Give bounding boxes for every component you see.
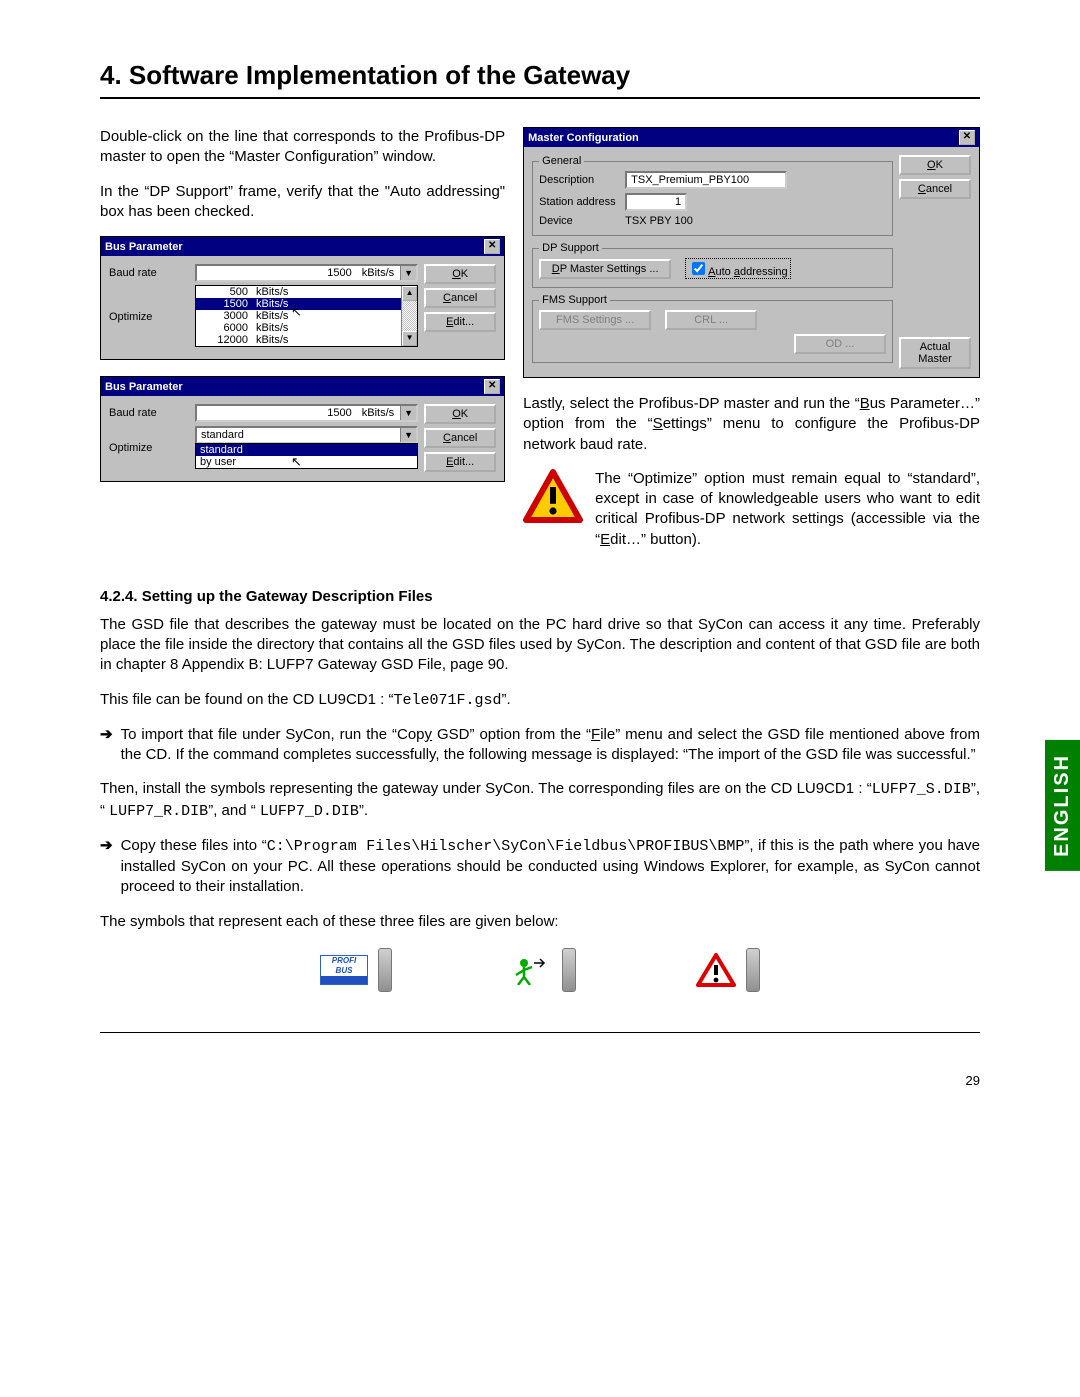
- title-rule: [100, 97, 980, 99]
- warning-icon: [523, 469, 583, 523]
- warning-text: The “Optimize” option must remain equal …: [595, 469, 980, 550]
- right-para-1: Lastly, select the Profibus-DP master an…: [523, 394, 980, 455]
- list-item[interactable]: 12000: [200, 334, 256, 346]
- station-address-label: Station address: [539, 196, 625, 208]
- bus-parameter-window-2: Bus Parameter ✕ Baud rate kBits/s▼ Optimi…: [100, 376, 505, 482]
- general-group: General Description Station address Devi…: [532, 155, 893, 236]
- fms-settings-button: FMS Settings ...: [539, 310, 651, 330]
- ok-button[interactable]: OK: [424, 264, 496, 284]
- symbol-icons-row: PROFIBUS: [100, 948, 980, 992]
- optimize-combo[interactable]: ▼: [195, 426, 418, 444]
- list-item[interactable]: 1500: [200, 298, 256, 310]
- od-button: OD ...: [794, 334, 886, 354]
- baud-rate-list[interactable]: 500kBits/s 1500kBits/s 3000kBits/s 6000k…: [195, 285, 418, 347]
- cancel-button[interactable]: Cancel: [424, 428, 496, 448]
- intro-para-2: In the “DP Support” frame, verify that t…: [100, 182, 505, 223]
- bus-parameter-window-1: Bus Parameter ✕ Baud rate kBits/s▼ Optimi…: [100, 236, 505, 360]
- baud-rate-combo[interactable]: kBits/s▼: [195, 264, 418, 282]
- close-icon[interactable]: ✕: [959, 130, 975, 145]
- list-item[interactable]: standard: [196, 444, 417, 456]
- device-label: Device: [539, 215, 625, 227]
- description-label: Description: [539, 174, 625, 186]
- baud-rate-combo[interactable]: kBits/s▼: [195, 404, 418, 422]
- body-para: The symbols that represent each of these…: [100, 912, 980, 932]
- optimize-label: Optimize: [109, 442, 195, 454]
- actual-master-button[interactable]: Actual Master: [899, 337, 971, 369]
- list-item[interactable]: 3000: [200, 310, 256, 322]
- dp-support-group: DP Support DP Master Settings ... Auto a…: [532, 242, 893, 288]
- optimize-label: Optimize: [109, 311, 195, 323]
- chevron-down-icon[interactable]: ▼: [400, 266, 416, 280]
- window-title: Bus Parameter: [105, 241, 183, 253]
- body-para: Then, install the symbols representing t…: [100, 779, 980, 822]
- edit-button[interactable]: Edit...: [424, 312, 496, 332]
- fms-support-group: FMS Support FMS Settings ...CRL ... OD .…: [532, 294, 893, 363]
- language-tab: ENGLISH: [1045, 740, 1080, 871]
- baud-rate-label: Baud rate: [109, 267, 195, 279]
- ok-button[interactable]: OK: [424, 404, 496, 424]
- baud-rate-value[interactable]: [197, 406, 356, 420]
- symbol-s: PROFIBUS: [320, 948, 392, 992]
- auto-addressing-checkbox[interactable]: Auto addressing: [685, 258, 791, 279]
- baud-rate-value[interactable]: [197, 266, 356, 280]
- section-heading: 4.2.4. Setting up the Gateway Descriptio…: [100, 588, 980, 605]
- bullet-item: ➔Copy these files into “C:\Program Files…: [100, 836, 980, 898]
- chevron-down-icon[interactable]: ▼: [400, 428, 416, 442]
- list-item[interactable]: 6000: [200, 322, 256, 334]
- scrollbar[interactable]: ▲▼: [401, 286, 417, 346]
- symbol-d: [696, 948, 760, 992]
- close-icon[interactable]: ✕: [484, 239, 500, 254]
- arrow-icon: ➔: [100, 725, 113, 766]
- baud-rate-label: Baud rate: [109, 407, 195, 419]
- body-para: The GSD file that describes the gateway …: [100, 615, 980, 676]
- footer-rule: [100, 1032, 980, 1033]
- station-address-input[interactable]: [625, 193, 687, 211]
- optimize-value[interactable]: [197, 428, 400, 442]
- chevron-down-icon[interactable]: ▼: [400, 406, 416, 420]
- cancel-button[interactable]: Cancel: [424, 288, 496, 308]
- symbol-r: [512, 948, 576, 992]
- close-icon[interactable]: ✕: [484, 379, 500, 394]
- optimize-list[interactable]: standard by user: [195, 443, 418, 469]
- list-item[interactable]: 500: [200, 286, 256, 298]
- device-value: TSX PBY 100: [625, 215, 693, 227]
- arrow-icon: ➔: [100, 836, 113, 898]
- crl-button: CRL ...: [665, 310, 757, 330]
- ok-button[interactable]: OK: [899, 155, 971, 175]
- page-number: 29: [100, 1073, 980, 1088]
- dp-master-settings-button[interactable]: DP Master Settings ...: [539, 259, 671, 279]
- baud-unit: kBits/s: [356, 266, 400, 280]
- edit-button[interactable]: Edit...: [424, 452, 496, 472]
- window-title: Bus Parameter: [105, 381, 183, 393]
- list-item[interactable]: by user: [196, 456, 417, 468]
- description-input[interactable]: [625, 171, 787, 189]
- intro-para-1: Double-click on the line that correspond…: [100, 127, 505, 168]
- window-title: Master Configuration: [528, 132, 639, 144]
- master-configuration-window: Master Configuration ✕ General Descriptio…: [523, 127, 980, 378]
- cancel-button[interactable]: Cancel: [899, 179, 971, 199]
- page-title: 4. Software Implementation of the Gatewa…: [100, 60, 980, 91]
- bullet-item: ➔To import that file under SyCon, run th…: [100, 725, 980, 766]
- body-para: This file can be found on the CD LU9CD1 …: [100, 690, 980, 711]
